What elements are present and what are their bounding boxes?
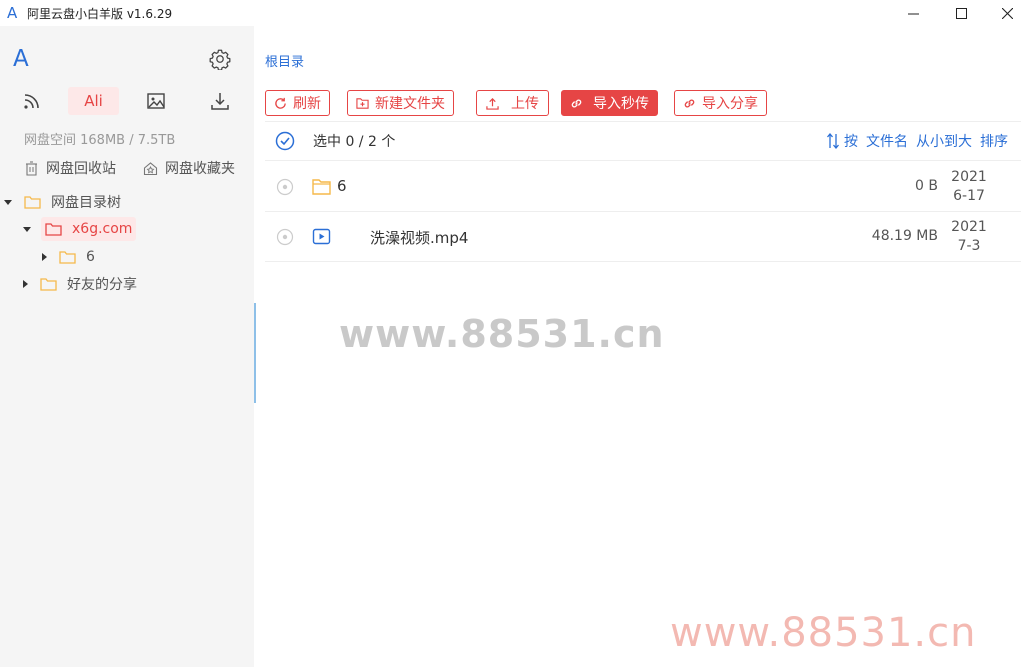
rss-icon (24, 94, 39, 109)
app-window: A 阿里云盘小白羊版 v1.6.29 A Ali 网盘空间 168MB / 7.… (0, 0, 1022, 667)
upload-icon (486, 97, 499, 110)
maximize-icon (955, 7, 967, 19)
folder-icon (59, 251, 76, 264)
favorites-label: 网盘收藏夹 (165, 161, 235, 177)
tree-child-label: 6 (86, 249, 95, 265)
sort-control[interactable]: 按 文件名 从小到大 排序 (826, 131, 1008, 151)
file-row[interactable]: 洗澡视频.mp4 48.19 MB 2021 7-3 (265, 212, 1021, 262)
caret-down-icon[interactable] (4, 199, 12, 205)
recycle-bin-link[interactable]: 网盘回收站 (24, 158, 116, 178)
file-date-md: 7-3 (957, 238, 981, 254)
sidebar-nav: Ali (0, 87, 254, 115)
file-date: 2021 6-17 (944, 168, 994, 206)
sort-icon (827, 133, 839, 149)
video-file-icon (312, 228, 331, 245)
tree-item-6[interactable]: 6 (42, 245, 95, 269)
file-date: 2021 7-3 (944, 218, 994, 256)
folder-add-icon (356, 97, 369, 109)
sort-action: 排序 (980, 134, 1008, 150)
sidebar-logo: A (13, 46, 29, 72)
nav-downloads[interactable] (208, 87, 232, 115)
file-date-year: 2021 (951, 169, 987, 185)
refresh-label: 刷新 (293, 96, 321, 112)
caret-right-icon[interactable] (23, 280, 28, 288)
close-button[interactable] (984, 0, 1022, 26)
selection-count: 选中 0 / 2 个 (313, 134, 396, 150)
folder-icon (45, 223, 62, 236)
row-select-radio[interactable] (276, 228, 294, 246)
tree-selected-label: x6g.com (72, 221, 133, 237)
file-size: 0 B (915, 178, 938, 194)
file-name[interactable]: 6 (337, 177, 347, 195)
file-name[interactable]: 洗澡视频.mp4 (370, 227, 468, 248)
app-logo-icon: A (7, 4, 18, 22)
close-icon (1001, 7, 1013, 19)
trash-icon (26, 160, 37, 176)
import-share-label: 导入分享 (702, 96, 758, 112)
image-icon (147, 93, 165, 109)
refresh-icon (275, 97, 286, 109)
link-icon (684, 99, 695, 107)
resize-handle[interactable] (254, 303, 256, 403)
refresh-button[interactable]: 刷新 (265, 90, 330, 116)
watermark-center: www.88531.cn (339, 312, 665, 356)
upload-label: 上传 (511, 96, 539, 112)
watermark-corner: www.88531.cn (670, 610, 977, 656)
sort-prefix: 按 (844, 134, 858, 150)
title-bar: A 阿里云盘小白羊版 v1.6.29 (0, 0, 1022, 26)
file-date-year: 2021 (951, 219, 987, 235)
sidebar: A Ali 网盘空间 168MB / 7.5TB 网盘回收站 网盘收藏夹 网盘目… (0, 26, 254, 667)
new-folder-button[interactable]: 新建文件夹 (347, 90, 454, 116)
storage-quota: 网盘空间 168MB / 7.5TB (24, 133, 176, 148)
breadcrumb-root[interactable]: 根目录 (265, 51, 304, 70)
row-select-radio[interactable] (276, 178, 294, 196)
new-folder-label: 新建文件夹 (375, 96, 445, 112)
folder-icon (40, 278, 57, 291)
import-instant-label: 导入秒传 (593, 96, 649, 112)
file-size: 48.19 MB (871, 228, 938, 244)
upload-button[interactable]: 上传 (476, 90, 549, 116)
maximize-button[interactable] (938, 0, 984, 26)
tree-root-label: 网盘目录树 (51, 195, 121, 211)
tree-share-label: 好友的分享 (67, 277, 137, 293)
list-header: 选中 0 / 2 个 按 文件名 从小到大 排序 (265, 121, 1021, 161)
caret-right-icon[interactable] (42, 253, 47, 261)
import-share-button[interactable]: 导入分享 (674, 90, 767, 116)
download-icon (211, 93, 229, 110)
folder-icon (24, 196, 41, 209)
nav-images[interactable] (144, 87, 168, 115)
file-date-md: 6-17 (953, 188, 985, 204)
tree-selected-highlight: x6g.com (41, 217, 137, 241)
tree-item-shares[interactable]: 好友的分享 (23, 272, 137, 296)
tree-root[interactable]: 网盘目录树 (4, 190, 121, 214)
nav-rss[interactable] (20, 87, 44, 115)
nav-ali[interactable]: Ali (68, 87, 119, 115)
minimize-button[interactable] (890, 0, 936, 26)
favorites-icon (143, 161, 158, 175)
import-instant-button[interactable]: 导入秒传 (561, 90, 658, 116)
gear-icon[interactable] (209, 48, 231, 70)
link-icon (571, 99, 582, 107)
sort-field: 文件名 (866, 134, 908, 150)
caret-down-icon[interactable] (23, 226, 31, 232)
file-row[interactable]: 6 0 B 2021 6-17 (265, 162, 1021, 212)
select-all-checkbox[interactable] (275, 131, 295, 151)
window-title: 阿里云盘小白羊版 v1.6.29 (27, 6, 173, 21)
sort-order: 从小到大 (916, 134, 972, 150)
minimize-icon (907, 13, 919, 14)
recycle-bin-label: 网盘回收站 (46, 161, 116, 177)
tree-item-x6g[interactable]: x6g.com (23, 217, 137, 241)
favorites-link[interactable]: 网盘收藏夹 (143, 158, 235, 178)
folder-icon (312, 179, 331, 195)
